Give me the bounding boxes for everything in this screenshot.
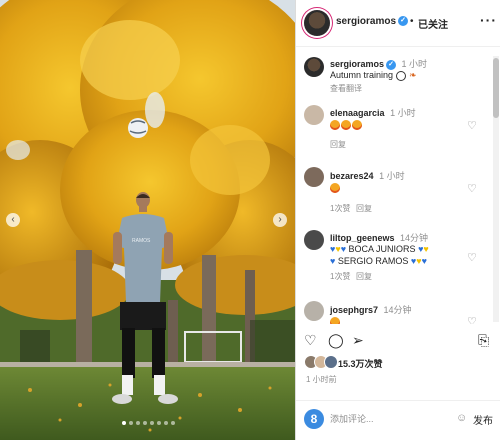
caption-username: sergioramos xyxy=(330,59,385,69)
comment-likes-count[interactable]: 1次赞 xyxy=(330,271,350,282)
caption-text-row: Autumn training ❧ xyxy=(330,69,417,81)
comment-like-heart-icon[interactable]: ♡ xyxy=(467,119,477,132)
carousel-dot xyxy=(143,421,147,425)
svg-text:RAMOS: RAMOS xyxy=(132,238,151,244)
author-username-text: sergioramos xyxy=(336,16,397,27)
comment-username: liltop_geenews xyxy=(330,233,395,243)
face-emoji-icon xyxy=(330,316,340,324)
post-comment-button[interactable]: 发布 xyxy=(473,412,493,427)
carousel-dot xyxy=(122,421,126,425)
verified-badge-icon: ✓ xyxy=(398,16,409,27)
comment-text: ♥ SERGIO RAMOS ♥♥♥ xyxy=(330,255,427,267)
soccer-ball-emoji-icon xyxy=(395,70,406,81)
comment-like-heart-icon[interactable]: ♡ xyxy=(467,315,477,324)
translate-link[interactable]: 查看翻译 xyxy=(330,83,362,94)
action-bar: ♡ ◯ ➢ ⎘ xyxy=(296,328,500,354)
commenter-avatar[interactable] xyxy=(304,230,324,250)
more-options-icon[interactable]: ··· xyxy=(480,12,497,28)
comment-username: bezares24 xyxy=(330,171,374,181)
comment-like-heart-icon[interactable]: ♡ xyxy=(467,182,477,195)
comment-input[interactable] xyxy=(330,411,440,427)
likes-count[interactable]: 15.3万次赞 xyxy=(338,357,383,370)
commenter-avatar[interactable] xyxy=(304,105,324,125)
face-emoji-icon xyxy=(330,119,340,130)
carousel-dot xyxy=(157,421,161,425)
caption-author-avatar[interactable] xyxy=(304,57,324,77)
carousel-dot xyxy=(136,421,140,425)
post-header: sergioramos ✓ • 已关注 ··· xyxy=(296,0,500,47)
post-image[interactable]: RAMOS ‹ › xyxy=(0,0,295,440)
autumn-training-photo: RAMOS xyxy=(0,0,295,440)
following-button[interactable]: 已关注 xyxy=(418,16,448,31)
reply-button[interactable]: 回复 xyxy=(330,139,346,150)
heart-icon[interactable]: ♡ xyxy=(304,332,317,349)
current-user-avatar[interactable]: 8 xyxy=(304,409,324,429)
comment-composer: 8 ☺ 发布 xyxy=(296,400,500,440)
carousel-dot xyxy=(164,421,168,425)
caption-text: Autumn training xyxy=(330,70,394,80)
comment-time: 1 小时 xyxy=(390,108,416,118)
reply-button[interactable]: 回复 xyxy=(356,271,372,282)
carousel-dot xyxy=(129,421,133,425)
comment-author[interactable]: bezares24 1 小时 xyxy=(330,169,405,182)
posted-time: 1 小时前 xyxy=(306,375,337,384)
comment-text xyxy=(330,315,341,324)
leaf-emoji-icon: ❧ xyxy=(409,70,417,80)
commenter-avatar[interactable] xyxy=(304,301,324,321)
blue-heart-emoji-icon: ♥ xyxy=(330,256,336,266)
comment-text xyxy=(330,118,363,130)
share-icon[interactable]: ➢ xyxy=(352,332,364,349)
comment-time: 14分钟 xyxy=(400,233,429,243)
comment-likes-count[interactable]: 1次赞 xyxy=(330,203,350,214)
comment-text-line1: BOCA JUNIORS xyxy=(348,244,416,254)
likes-row[interactable]: 15.3万次赞 xyxy=(304,355,494,371)
face-emoji-icon xyxy=(330,182,340,193)
scrollbar-thumb[interactable] xyxy=(493,58,499,118)
comment-time: 1 小时 xyxy=(379,171,405,181)
face-emoji-icon xyxy=(352,119,362,130)
comments-scrollbar[interactable] xyxy=(493,56,499,322)
comment-text: ♥♥♥ BOCA JUNIORS ♥♥ xyxy=(330,243,429,255)
instagram-post-window: RAMOS ‹ › sergioramos ✓ • 已关注 ··· sergio… xyxy=(0,0,500,440)
author-username[interactable]: sergioramos ✓ xyxy=(336,16,409,27)
chevron-left-icon: ‹ xyxy=(11,214,15,225)
comment-author[interactable]: josephgrs7 14分钟 xyxy=(330,303,412,316)
carousel-dot xyxy=(171,421,175,425)
emoji-picker-icon[interactable]: ☺ xyxy=(456,412,467,424)
next-image-button[interactable]: › xyxy=(273,213,287,227)
comment-username: josephgrs7 xyxy=(330,305,379,315)
yellow-heart-emoji-icon: ♥ xyxy=(423,244,429,254)
comment-text-line2: SERGIO RAMOS xyxy=(337,256,409,266)
caption-time: 1 小时 xyxy=(401,59,428,69)
author-avatar[interactable] xyxy=(304,10,330,36)
reply-button[interactable]: 回复 xyxy=(356,203,372,214)
previous-image-button[interactable]: ‹ xyxy=(6,213,20,227)
carousel-dot xyxy=(150,421,154,425)
comment-text xyxy=(330,181,341,193)
header-separator: • xyxy=(410,16,414,27)
comment-icon[interactable]: ◯ xyxy=(328,332,344,349)
blue-heart-emoji-icon: ♥ xyxy=(421,256,427,266)
comment-like-heart-icon[interactable]: ♡ xyxy=(467,251,477,264)
comments-list[interactable]: sergioramos ✓ 1 小时 Autumn training ❧ 查看翻译… xyxy=(296,47,492,324)
blue-heart-emoji-icon: ♥ xyxy=(340,244,347,254)
comment-time: 14分钟 xyxy=(383,305,412,315)
comment-username: elenaagarcia xyxy=(330,108,385,118)
liker-avatar xyxy=(324,355,338,369)
bookmark-icon[interactable]: ⎘ xyxy=(478,332,489,349)
carousel-dots xyxy=(122,421,175,425)
post-sidebar: sergioramos ✓ • 已关注 ··· sergioramos ✓ 1 小时… xyxy=(295,0,500,440)
commenter-avatar[interactable] xyxy=(304,167,324,187)
face-emoji-icon xyxy=(341,119,351,130)
chevron-right-icon: › xyxy=(278,214,282,225)
